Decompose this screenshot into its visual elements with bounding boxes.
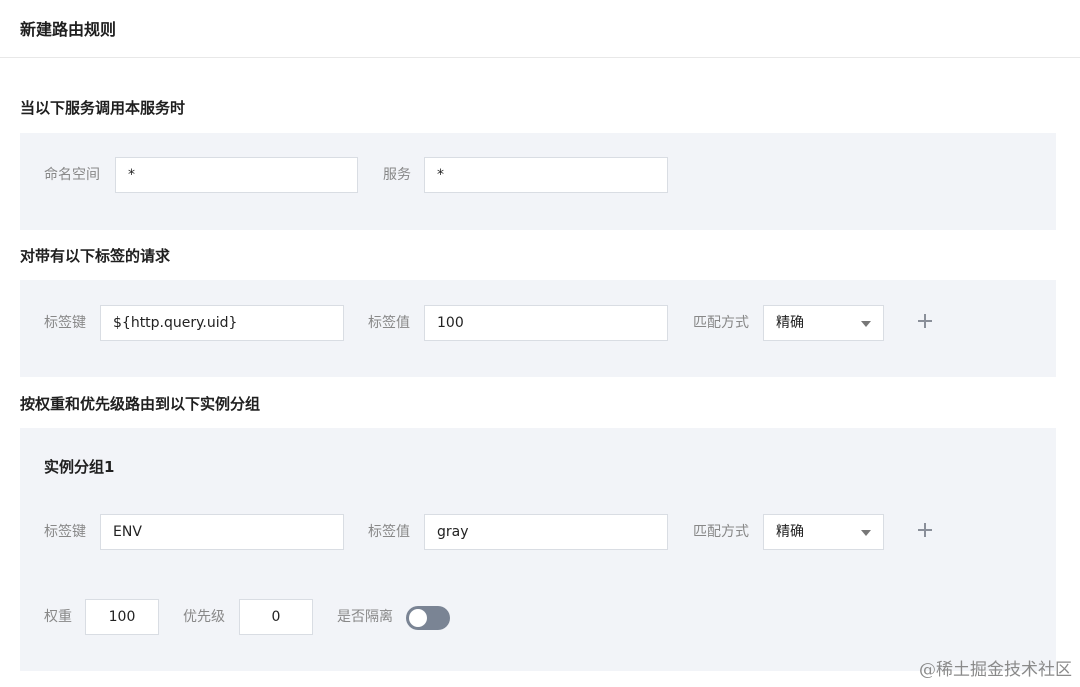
priority-label: 优先级 — [183, 609, 225, 625]
weight-label: 权重 — [44, 609, 72, 625]
caller-section-title: 当以下服务调用本服务时 — [20, 99, 186, 117]
group-match-mode-label: 匹配方式 — [693, 524, 749, 540]
new-route-rule-page: 新建路由规则 当以下服务调用本服务时 命名空间 服务 对带有以下标签的请求 标签… — [0, 0, 1080, 687]
chevron-down-icon — [861, 321, 871, 327]
service-input[interactable] — [424, 157, 668, 193]
toggle-knob — [409, 609, 427, 627]
request-tags-section-title: 对带有以下标签的请求 — [20, 247, 171, 265]
group-tag-key-label: 标签键 — [44, 524, 86, 540]
service-label: 服务 — [383, 167, 411, 183]
match-mode-value: 精确 — [776, 315, 804, 331]
namespace-label: 命名空间 — [44, 167, 100, 183]
request-tags-panel: 标签键 标签值 匹配方式 精确 — [20, 280, 1056, 377]
weight-input[interactable] — [85, 599, 159, 635]
match-mode-select[interactable]: 精确 — [763, 305, 884, 341]
tag-key-label: 标签键 — [44, 315, 86, 331]
group-tag-key-input[interactable] — [100, 514, 344, 550]
group-tag-value-label: 标签值 — [368, 524, 410, 540]
routing-section-title: 按权重和优先级路由到以下实例分组 — [20, 395, 261, 413]
instance-group-panel: 实例分组1 标签键 标签值 匹配方式 精确 权重 优先级 是否隔离 — [20, 428, 1056, 671]
group-match-mode-select[interactable]: 精确 — [763, 514, 884, 550]
tag-key-input[interactable] — [100, 305, 344, 341]
chevron-down-icon — [861, 530, 871, 536]
isolate-label: 是否隔离 — [337, 609, 393, 625]
namespace-input[interactable] — [115, 157, 358, 193]
add-tag-plus-icon[interactable] — [915, 311, 935, 331]
group-match-mode-value: 精确 — [776, 524, 804, 540]
priority-input[interactable] — [239, 599, 313, 635]
isolate-toggle[interactable] — [406, 606, 450, 630]
tag-value-label: 标签值 — [368, 315, 410, 331]
watermark: @稀土掘金技术社区 — [919, 660, 1072, 680]
match-mode-label: 匹配方式 — [693, 315, 749, 331]
tag-value-input[interactable] — [424, 305, 668, 341]
add-group-tag-plus-icon[interactable] — [915, 520, 935, 540]
page-title: 新建路由规则 — [20, 20, 117, 39]
instance-group-title: 实例分组1 — [44, 458, 115, 476]
group-tag-value-input[interactable] — [424, 514, 668, 550]
title-divider — [0, 57, 1080, 58]
caller-panel: 命名空间 服务 — [20, 133, 1056, 230]
